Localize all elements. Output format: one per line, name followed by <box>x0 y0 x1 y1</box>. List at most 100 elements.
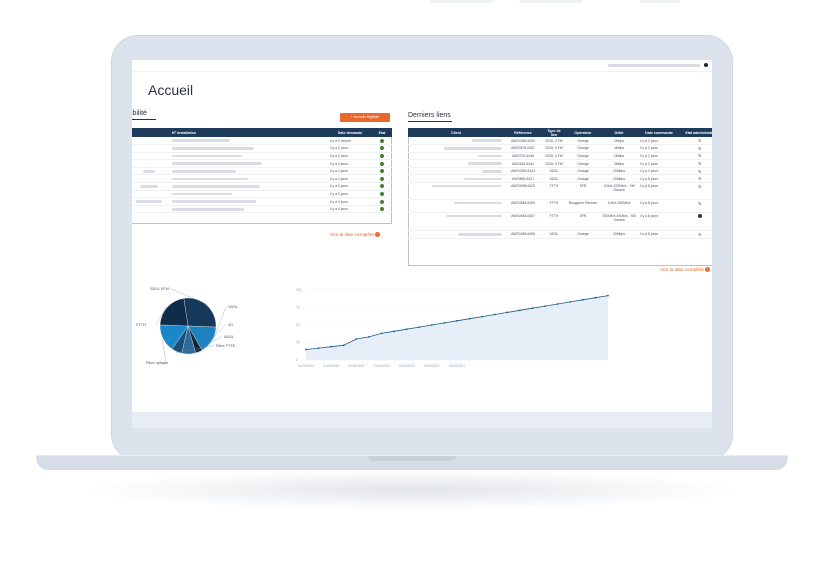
links-see-all-link[interactable]: Voir la liste complète › <box>660 267 710 273</box>
data-point[interactable] <box>607 294 609 297</box>
data-point[interactable] <box>330 345 333 348</box>
column-header[interactable]: Date commande <box>638 128 680 137</box>
laptop-notch <box>368 456 456 461</box>
operator-cell: Orange <box>566 152 600 161</box>
refresh-icon[interactable]: ↻ <box>698 146 702 151</box>
table-row[interactable]: il y a 4 jours <box>132 190 392 199</box>
data-point[interactable] <box>443 322 446 324</box>
data-point[interactable] <box>418 326 421 328</box>
data-point[interactable] <box>380 332 383 335</box>
refresh-icon[interactable]: ↻ <box>698 153 702 158</box>
arrow-right-icon: › <box>375 232 380 237</box>
x-tick-label: 01/06/2020 <box>323 364 339 368</box>
status-cell <box>372 137 392 146</box>
table-row[interactable]: AWS0876-6487 SDSL 4 FM Orange 4Mbps il y a 2… <box>408 144 712 153</box>
reference-cell: AWS0548-6490 <box>504 199 542 214</box>
data-point[interactable] <box>531 307 534 310</box>
type-cell: FTTH <box>542 182 566 201</box>
table-row[interactable]: AWS0698-6420 FTTH SFR 1Gb/s 200Mb/s - SM Ga… <box>408 182 712 201</box>
new-eligibility-button[interactable]: + Nouvelle éligibilité <box>340 113 390 122</box>
debit-cell: 1Gb/s 250Mb/s <box>600 199 638 214</box>
table-row[interactable]: il y a 2 jours <box>132 144 392 153</box>
table-row[interactable]: AWS700-6446 SDSL 4 FM Orange 2Mbps il y a 2 … <box>408 152 712 161</box>
data-point[interactable] <box>305 348 307 351</box>
date-cell: il y a 4 jours <box>328 182 372 191</box>
refresh-icon[interactable]: ↻ <box>698 232 702 237</box>
data-point[interactable] <box>317 347 320 349</box>
data-point[interactable] <box>456 319 458 322</box>
data-point[interactable] <box>556 303 559 305</box>
reference-cell: AWS0548-6457 <box>504 212 542 232</box>
column-header[interactable]: Etat <box>372 128 392 137</box>
user-menu[interactable] <box>608 64 700 67</box>
pie-slice[interactable] <box>159 298 189 327</box>
column-header[interactable]: Etat administratif <box>680 128 712 137</box>
date-cell: il y a 4 jours <box>328 167 372 176</box>
check-icon <box>380 184 384 189</box>
table-row[interactable]: AWS0458-6496 ADSL Orange 20Mbps il y a 8 jou… <box>408 230 712 239</box>
column-header[interactable]: Client <box>408 128 504 137</box>
see-all-label: Voir la liste complète <box>660 267 704 273</box>
table-row[interactable]: AWS454-6444 SDSL 4 FM Orange 3Mbps il y a 2 … <box>408 159 712 168</box>
data-point[interactable] <box>594 296 597 299</box>
data-point[interactable] <box>506 311 509 314</box>
data-point[interactable] <box>544 305 546 307</box>
table-row[interactable]: AWS869-6421 ADSL Orange 20Mbps il y a 8 jour… <box>408 174 712 184</box>
status-cell: ↻ <box>680 174 712 184</box>
table-row[interactable]: AWS0548-6457 FTTH SFR 200Mb/s 40Mb/s - SM G… <box>408 212 712 232</box>
data-point[interactable] <box>405 328 408 331</box>
table-row[interactable]: il y a 4 jours <box>132 197 392 206</box>
y-tick-label: 50 <box>296 323 300 327</box>
data-point[interactable] <box>393 330 395 333</box>
data-point[interactable] <box>342 344 345 347</box>
refresh-icon[interactable]: ↻ <box>698 138 702 143</box>
pie-label: Fibre FTTE <box>216 344 236 348</box>
check-icon <box>380 199 384 204</box>
refresh-icon[interactable]: ↻ <box>698 201 702 206</box>
column-header[interactable]: Débit <box>600 128 638 137</box>
data-point[interactable] <box>430 324 433 326</box>
table-row[interactable]: AWS0255-6443 ADSL Orange 20Mbps il y a 2 jou… <box>408 167 712 176</box>
table-row[interactable]: il y a 2 jours <box>132 152 392 161</box>
data-point[interactable] <box>581 298 584 301</box>
column-header[interactable]: Référence <box>504 128 542 137</box>
table-row[interactable]: il y a 4 jours <box>132 174 392 184</box>
data-point[interactable] <box>468 317 471 320</box>
type-cell: FTTH <box>542 212 566 232</box>
refresh-icon[interactable]: ↻ <box>698 161 702 166</box>
column-header[interactable]: Date demande <box>328 128 372 137</box>
data-point[interactable] <box>493 313 496 316</box>
column-header[interactable]: Opérateur <box>566 128 600 137</box>
operator-cell: Orange <box>566 159 600 168</box>
user-menu-caret-icon[interactable] <box>704 63 708 67</box>
refresh-icon[interactable]: ↻ <box>698 184 702 189</box>
y-tick-label: 0 <box>296 358 298 362</box>
table-row[interactable]: AWS0548-6490 FTTH Bouygues Telecom 1Gb/s 25… <box>408 199 712 214</box>
data-point[interactable] <box>481 315 484 318</box>
refresh-icon[interactable]: ↻ <box>698 169 702 174</box>
status-cell <box>372 167 392 176</box>
status-cell: ↻ <box>680 230 712 239</box>
x-tick-label: 01/10/2020 <box>374 364 390 368</box>
date-cell: il y a 2 jours <box>638 137 680 146</box>
table-row[interactable]: il y a 3 heures <box>132 137 392 146</box>
table-row[interactable]: AWS0398-6490 SDSL 4 FM Orange 2Mbps il y a 2… <box>408 137 712 146</box>
pie-slice[interactable] <box>183 297 217 328</box>
data-point[interactable] <box>519 309 521 312</box>
data-point[interactable] <box>368 336 370 338</box>
column-header[interactable]: N° installation <box>170 128 328 137</box>
eligibility-see-all-link[interactable]: Voir la liste complète › <box>330 232 380 238</box>
refresh-icon[interactable]: ↻ <box>698 176 702 181</box>
table-row[interactable]: il y a 4 jours <box>132 205 392 214</box>
status-cell <box>372 144 392 153</box>
check-icon <box>380 169 384 174</box>
table-row[interactable]: il y a 4 jours <box>132 159 392 168</box>
status-cell <box>372 190 392 199</box>
column-header[interactable]: Type de lien <box>542 128 566 137</box>
client-cell <box>132 144 170 153</box>
operator-cell: Orange <box>566 137 600 146</box>
table-row[interactable]: il y a 4 jours <box>132 182 392 191</box>
table-row[interactable]: il y a 4 jours <box>132 167 392 176</box>
data-point[interactable] <box>355 338 358 340</box>
data-point[interactable] <box>569 301 572 303</box>
